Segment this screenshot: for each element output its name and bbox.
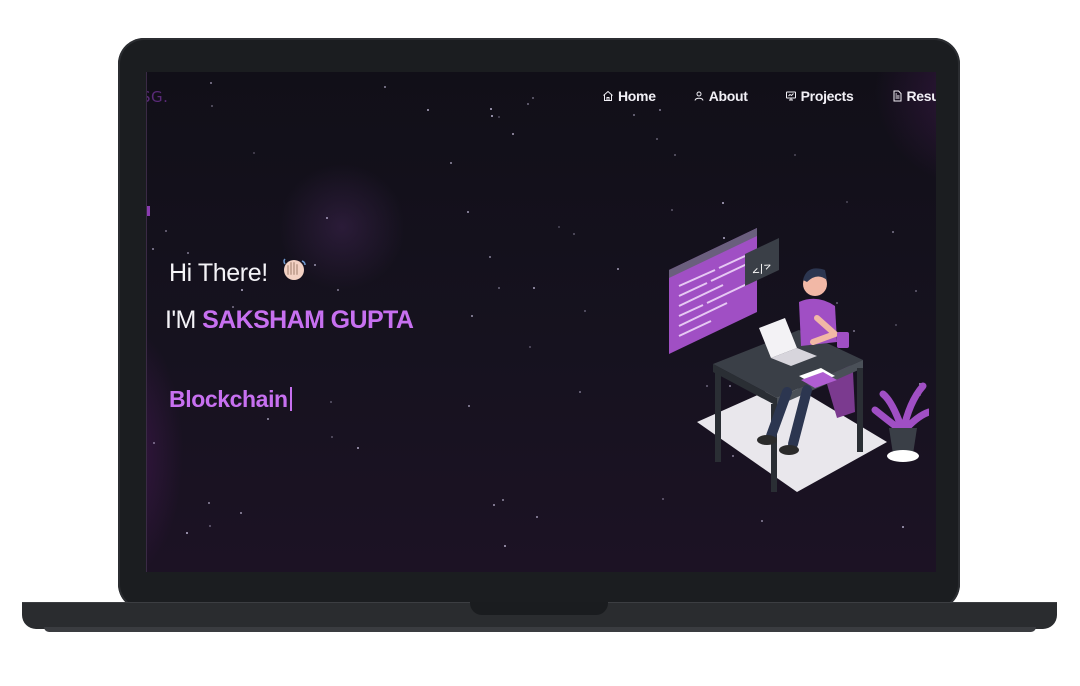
star (671, 209, 673, 211)
hero-name: SAKSHAM GUPTA (202, 306, 414, 334)
star (357, 447, 359, 449)
star (450, 162, 452, 164)
nav-label-projects: Projects (800, 88, 854, 104)
star (794, 154, 796, 156)
site-logo[interactable]: SG. (147, 88, 168, 106)
intro-prefix: I'M (165, 306, 196, 334)
star (331, 436, 333, 438)
star (490, 108, 492, 110)
laptop-base-shadow (44, 627, 1036, 632)
greeting-text: Hi There! (169, 259, 268, 287)
star (471, 315, 473, 317)
star (533, 287, 535, 289)
nav-label-about: About (708, 88, 748, 104)
laptop-notch (470, 602, 608, 615)
navbar: Home About Projects Resu (602, 88, 936, 104)
resume-icon (893, 90, 901, 102)
star (211, 105, 213, 107)
star (210, 82, 212, 84)
star (489, 256, 491, 258)
star (384, 86, 386, 88)
star (662, 498, 664, 500)
star (208, 502, 210, 504)
star (493, 504, 495, 506)
star (337, 289, 339, 291)
nav-item-resume[interactable]: Resu (891, 88, 937, 104)
star (187, 252, 189, 254)
star (512, 133, 514, 135)
star (846, 201, 848, 203)
left-accent-bar (147, 206, 150, 216)
star (573, 233, 575, 235)
star (427, 109, 429, 111)
star (529, 346, 531, 348)
star (617, 268, 619, 270)
nav-item-about[interactable]: About (693, 88, 748, 104)
star (656, 138, 658, 140)
star (330, 401, 332, 403)
star (584, 310, 586, 312)
waving-hand-icon (280, 256, 308, 291)
star (165, 230, 167, 232)
star (659, 109, 661, 111)
projects-icon (785, 91, 796, 101)
home-icon (603, 90, 613, 101)
user-icon (694, 91, 704, 101)
star (536, 516, 538, 518)
typing-cursor (289, 387, 292, 411)
star (153, 442, 155, 444)
typewriter-text: Blockchain (169, 386, 292, 413)
star (468, 405, 470, 407)
star (326, 217, 328, 219)
hero-greeting: Hi There! (169, 256, 308, 291)
star (498, 116, 500, 118)
star (267, 418, 269, 420)
star (491, 115, 493, 117)
star (579, 391, 581, 393)
star (504, 545, 506, 547)
nav-item-projects[interactable]: Projects (785, 88, 854, 104)
portfolio-screen: SG. Home About Projects Resu Hi There! (146, 72, 936, 572)
star (240, 512, 242, 514)
star (253, 152, 255, 154)
star (467, 211, 469, 213)
typed-role: Blockchain (169, 386, 288, 412)
star (314, 264, 316, 266)
star (209, 525, 211, 527)
star (902, 526, 904, 528)
hero-intro: I'M SAKSHAM GUPTA (165, 306, 414, 335)
star (527, 103, 529, 105)
star (152, 248, 154, 250)
developer-illustration: </> (669, 228, 929, 492)
star (532, 97, 534, 99)
nav-item-home[interactable]: Home (602, 88, 656, 104)
star (761, 520, 763, 522)
star (674, 154, 676, 156)
star (558, 226, 560, 228)
star (186, 532, 188, 534)
star (502, 499, 504, 501)
nav-label-home: Home (618, 88, 656, 104)
nav-label-resume: Resu (906, 88, 937, 104)
star (633, 114, 635, 116)
star (722, 202, 724, 204)
star (498, 287, 500, 289)
